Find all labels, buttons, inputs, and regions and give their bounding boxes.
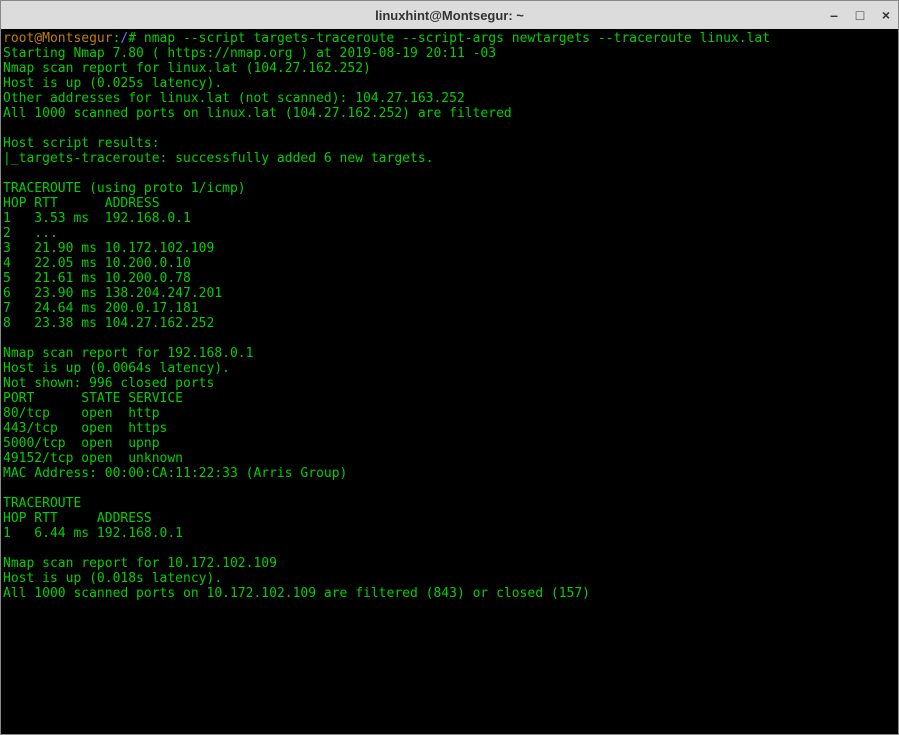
prompt-symbol: # <box>128 31 136 46</box>
output-line: Nmap scan report for 10.172.102.109 <box>3 556 277 571</box>
terminal-body[interactable]: root@Montsegur:/# nmap --script targets-… <box>1 29 898 734</box>
output-line: TRACEROUTE <box>3 496 81 511</box>
output-line: 8 23.38 ms 104.27.162.252 <box>3 316 214 331</box>
output-line: Host is up (0.025s latency). <box>3 76 222 91</box>
output-line: 5 21.61 ms 10.200.0.78 <box>3 271 191 286</box>
output-line: Starting Nmap 7.80 ( https://nmap.org ) … <box>3 46 496 61</box>
prompt-user: root@Montsegur <box>3 31 113 46</box>
terminal-window: linuxhint@Montsegur: ~ – □ × root@Montse… <box>0 0 899 735</box>
window-controls: – □ × <box>828 9 892 21</box>
output-line: 5000/tcp open upnp <box>3 436 160 451</box>
output-line: Host script results: <box>3 136 160 151</box>
output-line: 3 21.90 ms 10.172.102.109 <box>3 241 214 256</box>
output-line: 2 ... <box>3 226 58 241</box>
output-line: 1 6.44 ms 192.168.0.1 <box>3 526 183 541</box>
output-line: HOP RTT ADDRESS <box>3 196 160 211</box>
output-line: Other addresses for linux.lat (not scann… <box>3 91 465 106</box>
output-line: 7 24.64 ms 200.0.17.181 <box>3 301 199 316</box>
output-line: |_targets-traceroute: successfully added… <box>3 151 433 166</box>
output-line: Nmap scan report for 192.168.0.1 <box>3 346 253 361</box>
output-line: Host is up (0.0064s latency). <box>3 361 230 376</box>
output-line: Not shown: 996 closed ports <box>3 376 214 391</box>
close-button[interactable]: × <box>880 9 892 21</box>
titlebar[interactable]: linuxhint@Montsegur: ~ – □ × <box>1 1 898 29</box>
output-line: TRACEROUTE (using proto 1/icmp) <box>3 181 246 196</box>
window-title: linuxhint@Montsegur: ~ <box>375 8 524 23</box>
output-line: All 1000 scanned ports on 10.172.102.109… <box>3 586 590 601</box>
output-line: 6 23.90 ms 138.204.247.201 <box>3 286 222 301</box>
output-line: 80/tcp open http <box>3 406 160 421</box>
minimize-button[interactable]: – <box>828 9 840 21</box>
output-line: 4 22.05 ms 10.200.0.10 <box>3 256 191 271</box>
maximize-button[interactable]: □ <box>854 9 866 21</box>
output-line: Host is up (0.018s latency). <box>3 571 222 586</box>
output-line: Nmap scan report for linux.lat (104.27.1… <box>3 61 371 76</box>
output-line: MAC Address: 00:00:CA:11:22:33 (Arris Gr… <box>3 466 347 481</box>
output-line: 1 3.53 ms 192.168.0.1 <box>3 211 191 226</box>
output-line: 49152/tcp open unknown <box>3 451 183 466</box>
output-line: HOP RTT ADDRESS <box>3 511 152 526</box>
output-line: All 1000 scanned ports on linux.lat (104… <box>3 106 512 121</box>
output-line: PORT STATE SERVICE <box>3 391 183 406</box>
command-text: nmap --script targets-traceroute --scrip… <box>144 31 770 46</box>
output-line: 443/tcp open https <box>3 421 167 436</box>
